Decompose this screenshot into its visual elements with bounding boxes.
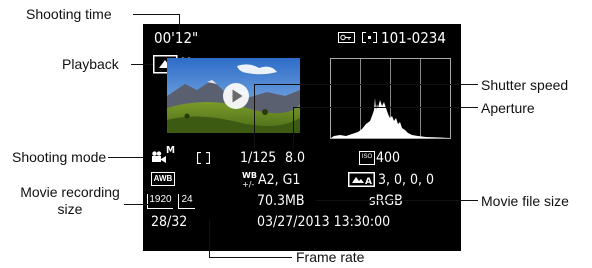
movie-mode-icon [151, 151, 167, 164]
iso-badge: ISO [359, 151, 375, 165]
image-counter: 28/32 [151, 214, 188, 230]
picture-style-icon: A [348, 172, 375, 187]
svg-text:WB: WB [242, 171, 257, 180]
play-icon[interactable] [222, 82, 250, 110]
histogram [330, 58, 451, 139]
folder-file-number: 101-0234 [381, 29, 446, 47]
color-space-value: sRGB [369, 193, 403, 209]
movie-thumbnail [167, 58, 300, 133]
leader-file-size [316, 200, 478, 201]
lcd-screen: 00'12" 101-0234 M 1/125 8.0 ISO 400 AWB … [143, 24, 461, 251]
frame-rate-badge: 24 [178, 194, 195, 209]
leader-shooting-time-h [133, 14, 180, 15]
callout-shutter-speed: Shutter speed [481, 77, 569, 93]
svg-text:A: A [365, 177, 372, 187]
callout-movie-file-size: Movie file size [481, 193, 569, 209]
shutter-speed-value: 1/125 [240, 150, 277, 166]
leader-shutter-h [254, 84, 478, 85]
shooting-time-value: 00'12" [154, 29, 199, 47]
file-size-value: 70.3MB [257, 193, 305, 209]
callout-playback: Playback [62, 56, 119, 72]
leader-shooting-time-v [179, 14, 180, 32]
leader-aperture-v [293, 107, 294, 149]
recording-size-badge: 1920 [147, 194, 173, 209]
bracket-icon [362, 32, 377, 43]
callout-movie-recording-size: Movie recording size [16, 184, 124, 218]
protect-icon [338, 32, 355, 43]
leader-frame-rate-v [209, 220, 210, 258]
leader-frame-rate-h [209, 257, 292, 258]
wb-shift-value: A2, G1 [258, 172, 301, 188]
callout-shooting-mode: Shooting mode [12, 149, 107, 165]
svg-text:+/-: +/- [242, 180, 254, 188]
callout-movie-recording-size-line2: size [57, 201, 83, 217]
iso-value: 400 [376, 150, 401, 166]
leader-shooting-mode [108, 157, 144, 158]
picture-style-value: 3, 0, 0, 0 [378, 172, 435, 188]
callout-movie-recording-size-line1: Movie recording [20, 184, 120, 200]
date-time: 03/27/2013 13:30:00 [257, 214, 391, 230]
shooting-mode-value: M [166, 145, 175, 156]
leader-recording-size-h [124, 204, 148, 205]
callout-shooting-time: Shooting time [26, 6, 112, 22]
aperture-value: 8.0 [285, 150, 306, 166]
leader-shutter-v [254, 84, 255, 148]
white-balance-badge: AWB [151, 172, 175, 186]
metering-icon [197, 152, 210, 164]
wb-shift-icon: WB +/- [241, 170, 257, 188]
leader-aperture-h [293, 107, 478, 108]
leader-playback [131, 64, 153, 65]
callout-frame-rate: Frame rate [296, 249, 365, 265]
callout-aperture: Aperture [481, 100, 535, 116]
